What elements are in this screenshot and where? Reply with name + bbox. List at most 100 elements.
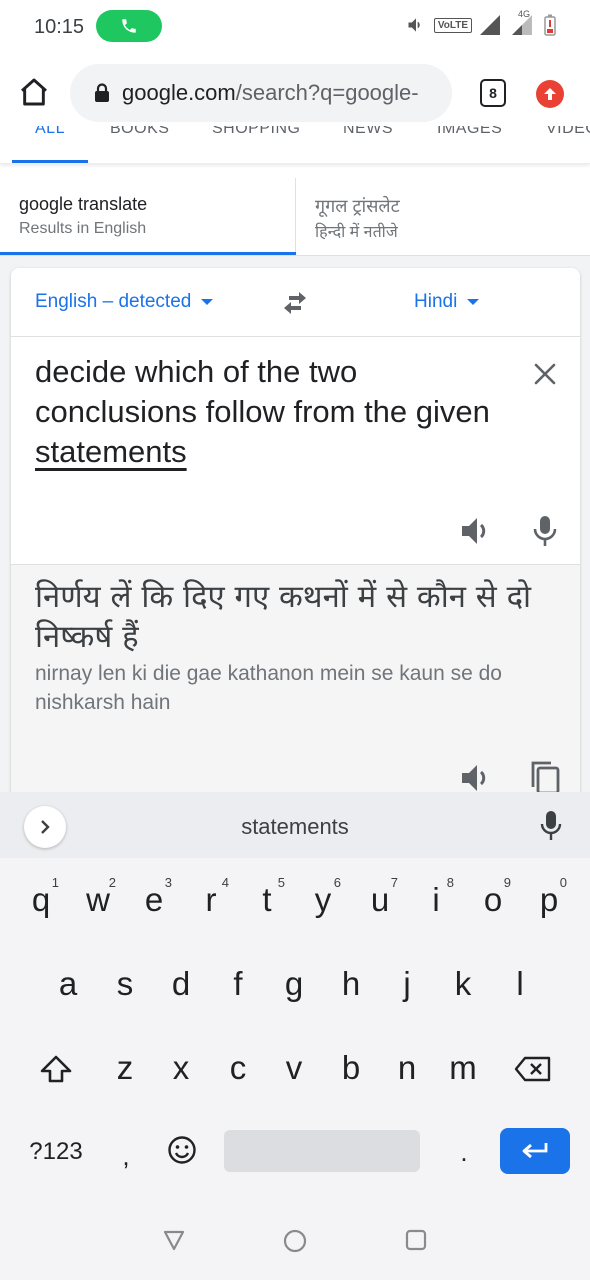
key-q[interactable]: q1 xyxy=(13,865,69,935)
key-s[interactable]: s xyxy=(97,949,153,1019)
key-g[interactable]: g xyxy=(266,949,322,1019)
result-tab-subtitle: हिन्दी में नतीजे xyxy=(315,224,398,241)
lock-icon xyxy=(95,83,109,102)
symbols-key[interactable]: ?123 xyxy=(18,1132,94,1172)
backspace-icon xyxy=(514,1056,551,1082)
source-language-label: English – detected xyxy=(35,291,192,312)
speaker-icon[interactable] xyxy=(459,514,493,548)
key-k[interactable]: k xyxy=(435,949,491,1019)
copy-icon[interactable] xyxy=(527,759,561,795)
tab-books[interactable]: BOOKS xyxy=(110,126,169,138)
key-letter: u xyxy=(370,881,390,918)
key-number-hint: 3 xyxy=(164,875,172,890)
tab-news[interactable]: NEWS xyxy=(343,126,393,138)
comma-key[interactable]: , xyxy=(112,1136,140,1176)
network-4g: 4G xyxy=(510,9,536,35)
key-number-hint: 6 xyxy=(333,875,341,890)
browser-toolbar: google.com/search?q=google- 8 xyxy=(0,62,590,126)
tab-images[interactable]: IMAGES xyxy=(437,126,502,138)
key-o[interactable]: o9 xyxy=(465,865,521,935)
key-h[interactable]: h xyxy=(323,949,379,1019)
key-e[interactable]: e3 xyxy=(126,865,182,935)
result-tab-english[interactable]: google translate Results in English xyxy=(0,178,296,256)
key-v[interactable]: v xyxy=(266,1033,322,1103)
key-letter: y xyxy=(314,881,332,918)
key-number-hint: 8 xyxy=(446,875,454,890)
home-circle-icon[interactable] xyxy=(283,1229,307,1253)
back-triangle-icon[interactable] xyxy=(162,1228,186,1252)
speaker-icon[interactable] xyxy=(459,761,493,795)
close-icon[interactable] xyxy=(531,360,559,388)
enter-key[interactable] xyxy=(500,1128,570,1174)
suggestion-bar: statements xyxy=(0,792,590,858)
microphone-icon[interactable] xyxy=(531,514,559,548)
status-bar: 10:15 VoLTE 4G xyxy=(0,0,590,54)
target-language-label: Hindi xyxy=(414,291,458,312)
shift-icon xyxy=(40,1055,72,1083)
phone-icon xyxy=(122,19,136,33)
key-c[interactable]: c xyxy=(210,1033,266,1103)
key-l[interactable]: l xyxy=(492,949,548,1019)
key-j[interactable]: j xyxy=(379,949,435,1019)
url-bar[interactable]: google.com/search?q=google- xyxy=(70,64,452,122)
key-u[interactable]: u7 xyxy=(352,865,408,935)
key-letter: o xyxy=(483,881,503,918)
url-domain: google.com xyxy=(122,80,236,105)
tab-all[interactable]: ALL xyxy=(35,126,65,138)
result-language-tabs: google translate Results in English गूगल… xyxy=(0,178,590,256)
backspace-key[interactable] xyxy=(505,1034,561,1104)
tab-switcher-button[interactable]: 8 xyxy=(480,79,506,107)
url-text: google.com/search?q=google- xyxy=(122,80,419,106)
result-tab-hindi[interactable]: गूगल ट्रांसलेट हिन्दी में नतीजे xyxy=(297,178,590,256)
translation-result: निर्णय लें कि दिए गए कथनों में से कौन से… xyxy=(11,564,580,808)
key-letter: q xyxy=(31,881,51,918)
microphone-icon[interactable] xyxy=(540,810,562,842)
source-text[interactable]: decide which of the two conclusions foll… xyxy=(35,352,505,472)
transliteration-text: nirnay len ki die gae kathanon mein se k… xyxy=(35,662,502,714)
ongoing-call-indicator[interactable] xyxy=(96,10,162,42)
translated-text: निर्णय लें कि दिए गए कथनों में से कौन से… xyxy=(35,579,532,655)
tab-shopping[interactable]: SHOPPING xyxy=(212,126,300,138)
key-number-hint: 2 xyxy=(108,875,116,890)
source-language-selector[interactable]: English – detected xyxy=(35,291,214,313)
space-key[interactable] xyxy=(224,1130,420,1172)
key-y[interactable]: y6 xyxy=(295,865,351,935)
source-text-input[interactable]: decide which of the two conclusions foll… xyxy=(11,338,580,564)
key-t[interactable]: t5 xyxy=(239,865,295,935)
key-z[interactable]: z xyxy=(97,1033,153,1103)
result-tab-title: google translate xyxy=(19,194,148,214)
period-key[interactable]: . xyxy=(450,1132,478,1172)
key-r[interactable]: r4 xyxy=(183,865,239,935)
key-number-hint: 0 xyxy=(559,875,567,890)
emoji-key[interactable] xyxy=(164,1130,200,1170)
key-w[interactable]: w2 xyxy=(70,865,126,935)
target-language-selector[interactable]: Hindi xyxy=(414,291,480,313)
key-letter: e xyxy=(144,881,164,918)
key-a[interactable]: a xyxy=(40,949,96,1019)
key-p[interactable]: p0 xyxy=(521,865,577,935)
update-menu-button[interactable] xyxy=(536,80,564,108)
arrow-up-icon xyxy=(544,88,556,100)
system-navigation-bar xyxy=(0,1202,590,1280)
signal-icon xyxy=(480,15,500,35)
translate-card: English – detected Hindi decide which of… xyxy=(11,268,580,808)
swap-languages-icon[interactable] xyxy=(279,288,311,318)
key-number-hint: 5 xyxy=(277,875,285,890)
suggestion-word[interactable]: statements xyxy=(0,814,590,840)
key-f[interactable]: f xyxy=(210,949,266,1019)
chevron-down-icon xyxy=(201,299,214,305)
key-i[interactable]: i8 xyxy=(408,865,464,935)
key-d[interactable]: d xyxy=(153,949,209,1019)
shift-key[interactable] xyxy=(28,1034,84,1104)
volume-icon xyxy=(408,18,420,32)
key-x[interactable]: x xyxy=(153,1033,209,1103)
active-tab-indicator xyxy=(12,160,88,163)
home-icon[interactable] xyxy=(18,76,50,108)
key-b[interactable]: b xyxy=(323,1033,379,1103)
recent-apps-icon[interactable] xyxy=(405,1229,427,1251)
tab-videos[interactable]: VIDEOS xyxy=(546,126,590,138)
result-tab-title: गूगल ट्रांसलेट xyxy=(315,196,400,216)
key-m[interactable]: m xyxy=(435,1033,491,1103)
key-number-hint: 4 xyxy=(221,875,229,890)
key-n[interactable]: n xyxy=(379,1033,435,1103)
